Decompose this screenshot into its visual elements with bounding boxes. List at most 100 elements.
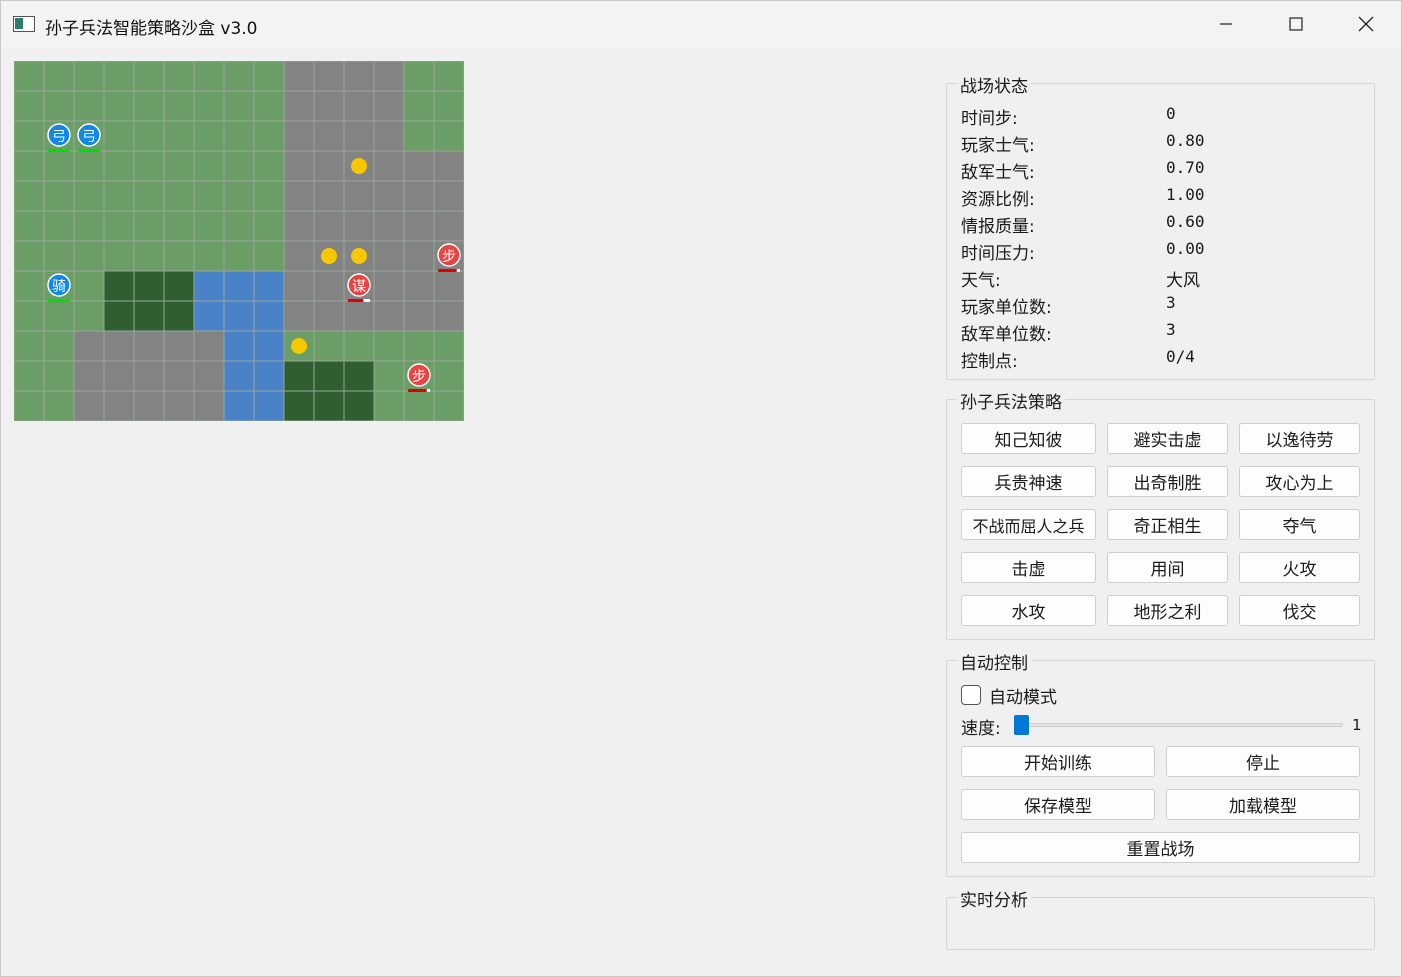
maximize-button[interactable] — [1261, 1, 1331, 47]
terrain-cell[interactable] — [43, 360, 75, 392]
resource-point[interactable] — [291, 338, 307, 354]
terrain-cell[interactable] — [343, 360, 375, 392]
terrain-cell[interactable] — [14, 150, 45, 182]
terrain-cell[interactable] — [253, 210, 285, 242]
terrain-cell[interactable] — [133, 120, 165, 152]
terrain-cell[interactable] — [313, 300, 345, 332]
terrain-cell[interactable] — [283, 300, 315, 332]
terrain-cell[interactable] — [163, 300, 195, 332]
start-training-button[interactable]: 开始训练 — [961, 746, 1155, 777]
terrain-cell[interactable] — [103, 240, 135, 272]
terrain-cell[interactable] — [163, 90, 195, 122]
strategy-button[interactable]: 避实击虚 — [1107, 423, 1228, 454]
terrain-cell[interactable] — [223, 300, 255, 332]
terrain-cell[interactable] — [223, 240, 255, 272]
terrain-cell[interactable] — [223, 180, 255, 212]
terrain-cell[interactable] — [73, 61, 105, 92]
strategy-button[interactable]: 用间 — [1107, 552, 1228, 583]
terrain-cell[interactable] — [403, 300, 435, 332]
resource-point[interactable] — [321, 248, 337, 264]
terrain-cell[interactable] — [283, 120, 315, 152]
terrain-cell[interactable] — [223, 120, 255, 152]
terrain-cell[interactable] — [43, 240, 75, 272]
terrain-cell[interactable] — [43, 90, 75, 122]
terrain-cell[interactable] — [433, 150, 464, 182]
terrain-cell[interactable] — [373, 120, 405, 152]
terrain-cell[interactable] — [133, 300, 165, 332]
auto-mode-checkbox[interactable] — [961, 685, 981, 705]
terrain-cell[interactable] — [163, 150, 195, 182]
terrain-cell[interactable] — [14, 210, 45, 242]
terrain-cell[interactable] — [103, 120, 135, 152]
terrain-cell[interactable] — [133, 390, 165, 421]
terrain-cell[interactable] — [403, 390, 435, 421]
terrain-cell[interactable] — [373, 90, 405, 122]
terrain-cell[interactable] — [373, 180, 405, 212]
terrain-cell[interactable] — [403, 120, 435, 152]
terrain-cell[interactable] — [133, 210, 165, 242]
terrain-cell[interactable] — [14, 180, 45, 212]
strategy-button[interactable]: 出奇制胜 — [1107, 466, 1228, 497]
terrain-cell[interactable] — [43, 300, 75, 332]
terrain-cell[interactable] — [73, 360, 105, 392]
terrain-cell[interactable] — [223, 270, 255, 302]
terrain-cell[interactable] — [253, 150, 285, 182]
minimize-button[interactable] — [1191, 1, 1261, 47]
terrain-cell[interactable] — [283, 240, 315, 272]
terrain-cell[interactable] — [193, 360, 225, 392]
strategy-button[interactable]: 以逸待劳 — [1239, 423, 1360, 454]
terrain-cell[interactable] — [223, 390, 255, 421]
terrain-cell[interactable] — [433, 390, 464, 421]
terrain-cell[interactable] — [343, 390, 375, 421]
strategy-button[interactable]: 攻心为上 — [1239, 466, 1360, 497]
terrain-cell[interactable] — [373, 240, 405, 272]
terrain-cell[interactable] — [313, 150, 345, 182]
terrain-cell[interactable] — [103, 90, 135, 122]
terrain-cell[interactable] — [313, 180, 345, 212]
terrain-cell[interactable] — [223, 210, 255, 242]
terrain-cell[interactable] — [253, 360, 285, 392]
terrain-cell[interactable] — [343, 61, 375, 92]
terrain-cell[interactable] — [403, 61, 435, 92]
terrain-cell[interactable] — [373, 390, 405, 421]
terrain-cell[interactable] — [283, 360, 315, 392]
terrain-cell[interactable] — [163, 360, 195, 392]
terrain-cell[interactable] — [403, 90, 435, 122]
terrain-cell[interactable] — [73, 240, 105, 272]
strategy-button[interactable]: 水攻 — [961, 595, 1096, 626]
auto-mode-label[interactable]: 自动模式 — [989, 683, 1057, 708]
terrain-cell[interactable] — [73, 300, 105, 332]
strategy-button[interactable]: 不战而屈人之兵 — [961, 509, 1096, 540]
terrain-cell[interactable] — [133, 240, 165, 272]
terrain-cell[interactable] — [193, 150, 225, 182]
terrain-cell[interactable] — [163, 240, 195, 272]
terrain-cell[interactable] — [433, 120, 464, 152]
terrain-cell[interactable] — [373, 150, 405, 182]
terrain-cell[interactable] — [163, 270, 195, 302]
terrain-cell[interactable] — [73, 90, 105, 122]
terrain-cell[interactable] — [163, 61, 195, 92]
terrain-cell[interactable] — [163, 210, 195, 242]
terrain-cell[interactable] — [43, 150, 75, 182]
terrain-cell[interactable] — [133, 360, 165, 392]
terrain-cell[interactable] — [403, 270, 435, 302]
terrain-cell[interactable] — [223, 90, 255, 122]
terrain-cell[interactable] — [73, 330, 105, 362]
terrain-cell[interactable] — [253, 90, 285, 122]
terrain-cell[interactable] — [283, 270, 315, 302]
terrain-cell[interactable] — [343, 90, 375, 122]
terrain-cell[interactable] — [313, 390, 345, 421]
terrain-cell[interactable] — [133, 90, 165, 122]
terrain-cell[interactable] — [433, 330, 464, 362]
terrain-cell[interactable] — [43, 210, 75, 242]
terrain-cell[interactable] — [373, 300, 405, 332]
terrain-cell[interactable] — [133, 270, 165, 302]
terrain-cell[interactable] — [253, 330, 285, 362]
terrain-cell[interactable] — [373, 330, 405, 362]
terrain-cell[interactable] — [193, 120, 225, 152]
terrain-cell[interactable] — [73, 390, 105, 421]
terrain-cell[interactable] — [193, 240, 225, 272]
terrain-cell[interactable] — [43, 330, 75, 362]
terrain-cell[interactable] — [223, 61, 255, 92]
terrain-cell[interactable] — [433, 61, 464, 92]
